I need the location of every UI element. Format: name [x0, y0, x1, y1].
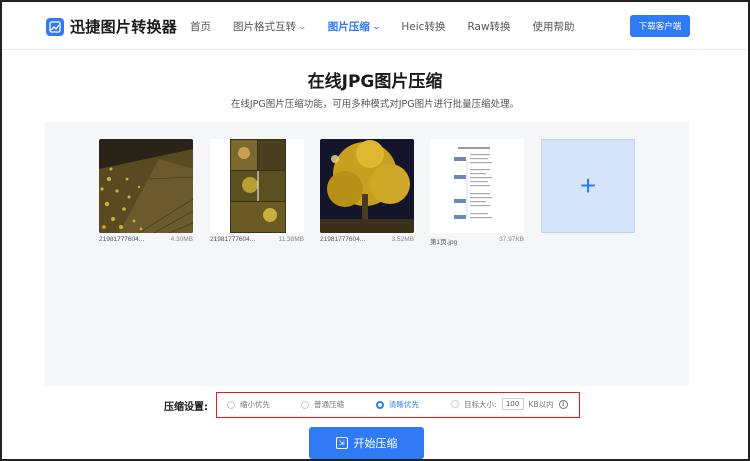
- option-label: 缩小优先: [240, 400, 270, 409]
- file-thumbnail: [430, 139, 524, 233]
- file-thumbnail: [210, 139, 304, 233]
- radio-button[interactable]: [376, 400, 384, 409]
- file-name: 第1页.jpg: [430, 239, 458, 246]
- file-meta: 21981777604... 11.38MB: [210, 236, 304, 243]
- file-card[interactable]: 21981777604... 11.38MB: [210, 139, 304, 243]
- plus-icon: +: [579, 170, 597, 201]
- logo-text: 迅捷图片转换器: [70, 18, 178, 36]
- option-normal-compress[interactable]: 普通压缩: [301, 399, 344, 410]
- app-logo[interactable]: 迅捷图片转换器: [46, 16, 177, 37]
- compress-icon: ⇲: [335, 437, 348, 449]
- file-size: 3.52MB: [391, 236, 414, 243]
- page-title: 在线JPG图片压缩: [307, 72, 443, 92]
- nav-format-convert[interactable]: 图片格式互转 ⌄: [233, 19, 307, 34]
- nav-label: Heic转换: [401, 20, 446, 33]
- target-size-label: 目标大小:: [464, 399, 497, 409]
- nav-raw-convert[interactable]: Raw转换: [467, 19, 510, 34]
- file-meta: 第1页.jpg 37.97KB: [430, 236, 524, 246]
- download-client-button[interactable]: 下载客户端: [630, 15, 690, 37]
- file-size: 37.97KB: [499, 236, 524, 243]
- nav-label: Raw转换: [467, 20, 511, 33]
- option-target-size[interactable]: 目标大小: 100 KB以内 i: [451, 398, 568, 410]
- file-name: 21981777604...: [320, 236, 366, 243]
- file-card[interactable]: 第1页.jpg 37.97KB: [430, 139, 524, 246]
- start-compress-label: 开始压缩: [353, 437, 398, 450]
- file-name: 21981777604...: [210, 236, 256, 243]
- nav-help[interactable]: 使用帮助: [533, 19, 575, 34]
- chevron-down-icon: ⌄: [297, 21, 307, 31]
- upload-workspace[interactable]: 21981777604... 4.30MB 21981777604... 11.…: [45, 122, 689, 386]
- nav-label: 使用帮助: [532, 20, 575, 33]
- option-shrink-priority[interactable]: 缩小优先: [227, 399, 270, 410]
- add-file-button[interactable]: +: [541, 139, 635, 233]
- file-thumbnail: [320, 139, 414, 233]
- file-card[interactable]: 21981777604... 3.52MB: [320, 139, 414, 243]
- option-label: 清晰优先: [389, 400, 419, 409]
- file-meta: 21981777604... 4.30MB: [99, 236, 193, 243]
- target-size-input[interactable]: 100: [501, 398, 524, 410]
- compress-settings-panel: 缩小优先 普通压缩 清晰优先 目标大小: 100 KB以内 i: [216, 392, 580, 418]
- info-icon[interactable]: i: [558, 399, 568, 409]
- file-thumbnail: [99, 139, 193, 233]
- file-card[interactable]: 21981777604... 4.30MB: [99, 139, 193, 243]
- main-nav: 首页 图片格式互转 ⌄ 图片压缩 ⌄ Heic转换 Raw转换 使用帮助: [190, 2, 597, 50]
- file-name: 21981777604...: [99, 236, 145, 243]
- radio-button[interactable]: [451, 400, 459, 408]
- nav-home[interactable]: 首页: [190, 19, 211, 34]
- chevron-down-icon: ⌄: [371, 21, 381, 31]
- compress-settings-label: 压缩设置:: [164, 402, 208, 413]
- page-subtitle: 在线JPG图片压缩功能，可用多种模式对JPG图片进行批量压缩处理。: [230, 99, 520, 110]
- radio-button[interactable]: [227, 400, 235, 409]
- nav-image-compress[interactable]: 图片压缩 ⌄: [327, 19, 381, 34]
- file-meta: 21981777604... 3.52MB: [320, 236, 414, 243]
- top-header: 迅捷图片转换器 首页 图片格式互转 ⌄ 图片压缩 ⌄ Heic转换 Raw转换 使用…: [2, 2, 748, 50]
- nav-heic-convert[interactable]: Heic转换: [401, 19, 445, 34]
- option-clarity-priority[interactable]: 清晰优先: [376, 399, 419, 410]
- logo-icon: [46, 17, 64, 36]
- radio-button[interactable]: [301, 400, 309, 409]
- target-size-unit: KB以内: [528, 399, 554, 409]
- file-size: 4.30MB: [170, 236, 193, 243]
- file-size: 11.38MB: [278, 236, 304, 243]
- nav-label: 首页: [190, 20, 211, 33]
- option-label: 普通压缩: [314, 400, 344, 409]
- nav-label: 图片压缩: [327, 20, 370, 33]
- nav-label: 图片格式互转: [233, 20, 296, 33]
- start-compress-button[interactable]: ⇲ 开始压缩: [309, 427, 424, 459]
